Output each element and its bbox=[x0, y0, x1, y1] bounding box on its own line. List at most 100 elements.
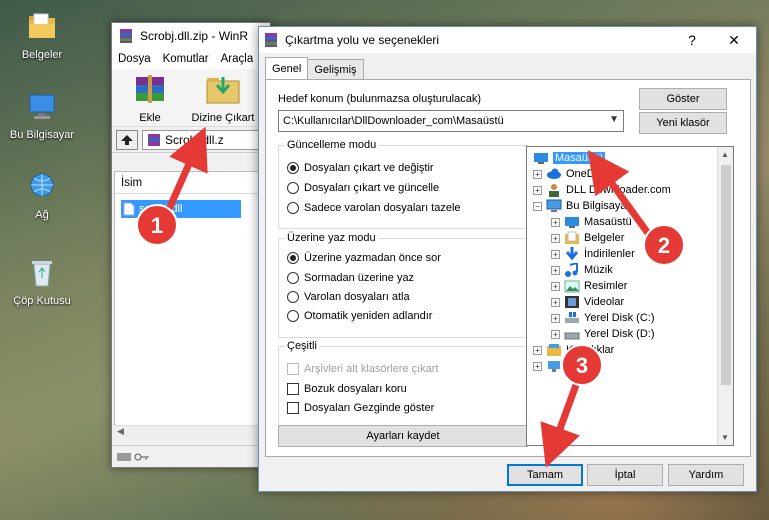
tree-node-downloads[interactable]: + İndirilenler bbox=[551, 247, 635, 261]
show-button[interactable]: Göster bbox=[639, 88, 727, 110]
overwrite-option-skip[interactable]: Varolan dosyaları atla bbox=[287, 291, 410, 303]
tree-label: OneDrive bbox=[566, 168, 613, 180]
destination-label: Hedef konum (bulunmazsa oluşturulacak) bbox=[278, 93, 481, 105]
update-option-replace[interactable]: Dosyaları çıkart ve değiştir bbox=[287, 162, 434, 174]
tree-label: Videolar bbox=[584, 296, 625, 308]
expand-icon[interactable]: + bbox=[551, 217, 560, 227]
tree-node-network[interactable]: + bbox=[533, 359, 562, 373]
misc-option-show-in-explorer[interactable]: Dosyaları Gezginde göster bbox=[287, 402, 434, 414]
expand-icon[interactable]: + bbox=[533, 185, 542, 195]
desktop-icon-documents[interactable]: Belgeler bbox=[2, 12, 82, 61]
cloud-icon bbox=[547, 168, 561, 179]
tree-node-disk-d[interactable]: + Yerel Disk (D:) bbox=[551, 327, 655, 341]
option-label: Varolan dosyaları atla bbox=[304, 291, 410, 303]
expand-icon[interactable]: + bbox=[551, 265, 560, 275]
update-option-freshen[interactable]: Sadece varolan dosyaları tazele bbox=[287, 202, 461, 214]
collapse-icon[interactable]: − bbox=[533, 201, 542, 211]
tree-node-documents[interactable]: + Belgeler bbox=[551, 231, 624, 245]
download-icon bbox=[565, 247, 579, 261]
tree-node-libraries[interactable]: + Kitaplıklar bbox=[533, 343, 614, 357]
tree-node-videos[interactable]: + Videolar bbox=[551, 295, 624, 309]
overwrite-option-rename[interactable]: Otomatik yeniden adlandır bbox=[287, 310, 432, 322]
checkbox[interactable] bbox=[287, 383, 299, 395]
menu-file[interactable]: Dosya bbox=[118, 53, 151, 65]
expand-icon[interactable]: + bbox=[551, 249, 560, 259]
tree-label: Kitaplıklar bbox=[566, 344, 615, 356]
column-name-header[interactable]: İsim bbox=[115, 172, 259, 194]
scroll-down-icon[interactable]: ▼ bbox=[721, 433, 729, 442]
folder-tree[interactable]: Masaüstü + OneDrive + DLL Downloader.com… bbox=[526, 146, 734, 446]
archive-path-text: Scrobj.dll.z bbox=[165, 132, 224, 147]
extract-to-button[interactable]: Dizine Çıkart bbox=[188, 73, 258, 124]
desktop-icon-recycle-bin[interactable]: Çöp Kutusu bbox=[2, 258, 82, 307]
tree-node-pictures[interactable]: + Resimler bbox=[551, 279, 627, 293]
drive-key-icon bbox=[117, 452, 149, 461]
tree-node-user[interactable]: + DLL Downloader.com bbox=[533, 183, 671, 197]
tree-node-pc-desktop[interactable]: + Masaüstü bbox=[551, 215, 632, 229]
radio-button[interactable] bbox=[287, 182, 299, 194]
tree-node-music[interactable]: + Müzik bbox=[551, 263, 613, 277]
scroll-thumb[interactable] bbox=[721, 165, 731, 385]
expand-icon[interactable]: + bbox=[551, 329, 560, 339]
tab-advanced[interactable]: Gelişmiş bbox=[307, 59, 364, 79]
radio-button[interactable] bbox=[287, 252, 299, 264]
save-settings-button[interactable]: Ayarları kaydet bbox=[278, 425, 528, 447]
desktop-icon-label: Belgeler bbox=[21, 49, 63, 61]
archive-path-field[interactable]: Scrobj.dll.z bbox=[142, 129, 266, 150]
option-label: Üzerine yazmadan önce sor bbox=[304, 252, 441, 264]
desktop-icon-network[interactable]: Ağ bbox=[2, 172, 82, 221]
new-folder-button[interactable]: Yeni klasör bbox=[639, 112, 727, 134]
tree-scrollbar[interactable]: ▲ ▼ bbox=[717, 147, 733, 445]
add-button[interactable]: Ekle bbox=[122, 73, 178, 124]
help-title-button[interactable]: ? bbox=[672, 27, 712, 53]
winrar-statusbar bbox=[112, 445, 270, 467]
option-label: Sormadan üzerine yaz bbox=[304, 272, 415, 284]
tree-node-disk-c[interactable]: + Yerel Disk (C:) bbox=[551, 311, 655, 325]
tree-node-this-pc[interactable]: − Bu Bilgisayar bbox=[533, 199, 630, 213]
misc-option-keep-broken[interactable]: Bozuk dosyaları koru bbox=[287, 383, 407, 395]
winrar-title: Scrobj.dll.zip - WinR bbox=[140, 29, 249, 43]
expand-icon[interactable]: + bbox=[551, 297, 560, 307]
help-button[interactable]: Yardım bbox=[668, 464, 744, 486]
menu-commands[interactable]: Komutlar bbox=[163, 53, 209, 65]
tree-label: Masaüstü bbox=[553, 152, 605, 164]
expand-icon[interactable]: + bbox=[551, 313, 560, 323]
tab-general[interactable]: Genel bbox=[265, 57, 309, 79]
winrar-menubar: Dosya Komutlar Araçla bbox=[112, 49, 270, 69]
destination-path-combobox[interactable]: C:\Kullanıcılar\DllDownloader_com\Masaüs… bbox=[278, 110, 624, 132]
file-row[interactable]: scrobj.dll bbox=[121, 200, 241, 218]
extract-to-label: Dizine Çıkart bbox=[191, 112, 255, 124]
expand-icon[interactable]: + bbox=[533, 169, 542, 179]
close-button[interactable]: ✕ bbox=[714, 27, 754, 53]
checkbox[interactable] bbox=[287, 402, 299, 414]
radio-button[interactable] bbox=[287, 291, 299, 303]
tree-node-onedrive[interactable]: + OneDrive bbox=[533, 167, 612, 181]
archive-books-icon bbox=[136, 75, 164, 103]
radio-button[interactable] bbox=[287, 310, 299, 322]
tree-node-desktop-root[interactable]: Masaüstü bbox=[533, 151, 605, 165]
horizontal-scrollbar[interactable]: ◀ bbox=[114, 425, 260, 439]
user-icon bbox=[549, 184, 559, 197]
expand-icon[interactable]: + bbox=[551, 281, 560, 291]
cancel-button[interactable]: İptal bbox=[587, 464, 663, 486]
overwrite-option-without-prompt[interactable]: Sormadan üzerine yaz bbox=[287, 272, 414, 284]
libraries-icon bbox=[547, 344, 561, 356]
scroll-up-icon[interactable]: ▲ bbox=[721, 150, 729, 159]
chevron-down-icon[interactable]: ▼ bbox=[609, 114, 619, 125]
expand-icon[interactable]: + bbox=[533, 345, 542, 355]
radio-button[interactable] bbox=[287, 162, 299, 174]
option-label: Arşivleri alt klasörlere çıkart bbox=[304, 363, 439, 375]
expand-icon[interactable]: + bbox=[551, 233, 560, 243]
expand-icon[interactable]: + bbox=[533, 361, 542, 371]
ok-button[interactable]: Tamam bbox=[507, 464, 583, 486]
menu-tools[interactable]: Araçla bbox=[221, 53, 254, 65]
up-folder-button[interactable] bbox=[116, 129, 138, 150]
file-list[interactable]: İsim scrobj.dll bbox=[114, 171, 260, 439]
update-option-update[interactable]: Dosyaları çıkart ve güncelle bbox=[287, 182, 439, 194]
misc-option-subfolders: Arşivleri alt klasörlere çıkart bbox=[287, 363, 438, 375]
tree-label: Yerel Disk (C:) bbox=[584, 312, 655, 324]
radio-button[interactable] bbox=[287, 202, 299, 214]
desktop-icon-this-pc[interactable]: Bu Bilgisayar bbox=[2, 92, 82, 141]
overwrite-option-ask[interactable]: Üzerine yazmadan önce sor bbox=[287, 252, 441, 264]
radio-button[interactable] bbox=[287, 272, 299, 284]
